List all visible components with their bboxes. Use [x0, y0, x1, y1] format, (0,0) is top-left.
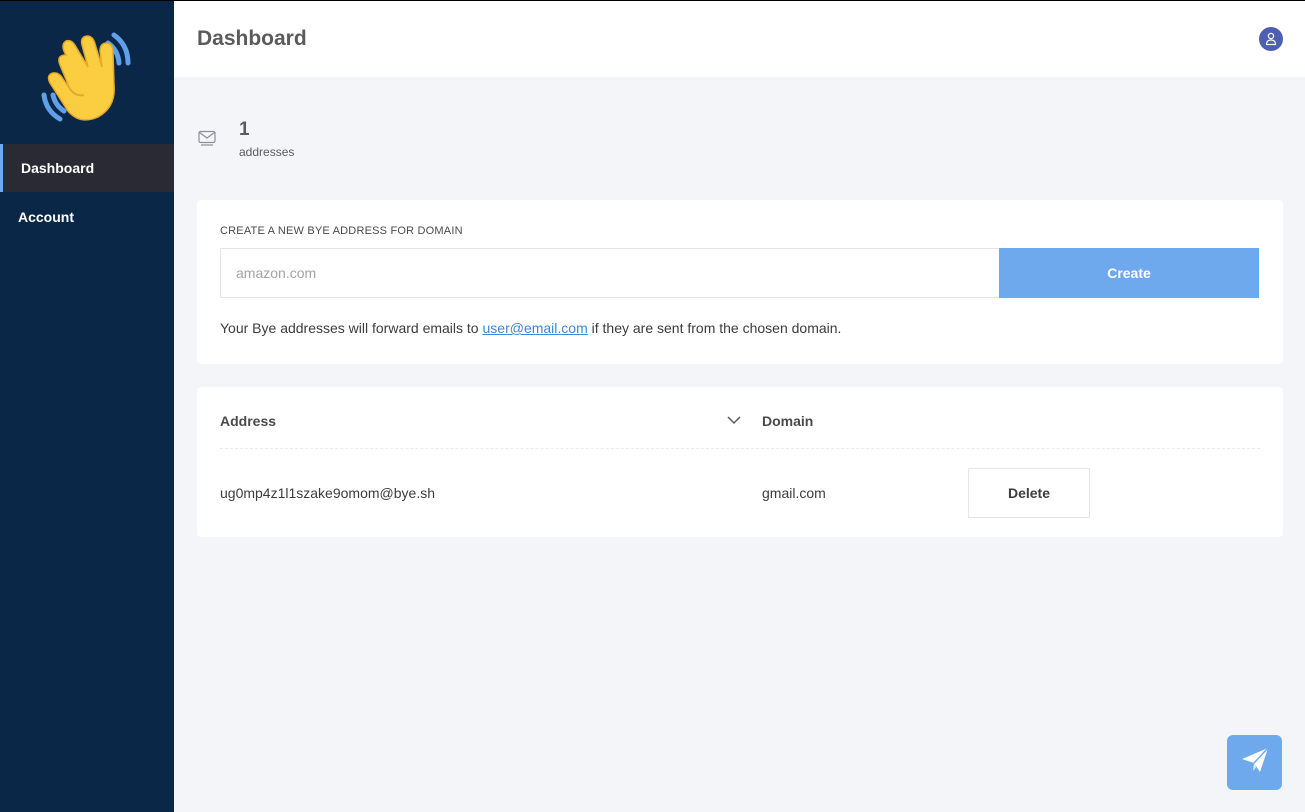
feedback-button[interactable] — [1227, 735, 1282, 790]
header: Dashboard — [174, 0, 1305, 77]
address-count-label: addresses — [239, 145, 295, 159]
create-button[interactable]: Create — [999, 248, 1259, 298]
table-cell-domain: gmail.com — [762, 485, 826, 501]
column-header-address[interactable]: Address — [220, 413, 276, 429]
sidebar-item-label: Dashboard — [21, 160, 95, 176]
delete-button[interactable]: Delete — [968, 468, 1090, 518]
addresses-table: Address Domain ug0mp4z1l1szake9omom@bye.… — [197, 387, 1283, 537]
forward-info-text: Your Bye addresses will forward emails t… — [220, 320, 841, 336]
sidebar-item-dashboard[interactable]: Dashboard — [0, 144, 174, 192]
mail-icon — [198, 130, 216, 146]
table-cell-address: ug0mp4z1l1szake9omom@bye.sh — [220, 485, 435, 501]
sidebar: Dashboard Account — [0, 0, 174, 812]
table-divider — [220, 448, 1260, 449]
forward-email-link[interactable]: user@email.com — [483, 320, 588, 336]
forward-info-prefix: Your Bye addresses will forward emails t… — [220, 320, 479, 336]
paper-plane-icon — [1240, 746, 1270, 779]
page-title: Dashboard — [197, 27, 307, 50]
address-count: 1 — [239, 119, 250, 140]
forward-info-suffix: if they are sent from the chosen domain. — [591, 320, 842, 336]
user-icon[interactable] — [1259, 27, 1283, 51]
create-form-label: CREATE A NEW BYE ADDRESS FOR DOMAIN — [220, 225, 463, 237]
sidebar-item-account[interactable]: Account — [0, 193, 174, 241]
column-header-domain[interactable]: Domain — [762, 413, 813, 429]
create-address-card: CREATE A NEW BYE ADDRESS FOR DOMAIN Crea… — [197, 200, 1283, 364]
waving-hand-icon — [36, 25, 136, 125]
sidebar-item-label: Account — [18, 209, 74, 225]
domain-input[interactable] — [220, 248, 1000, 298]
chevron-down-icon[interactable] — [726, 413, 742, 425]
